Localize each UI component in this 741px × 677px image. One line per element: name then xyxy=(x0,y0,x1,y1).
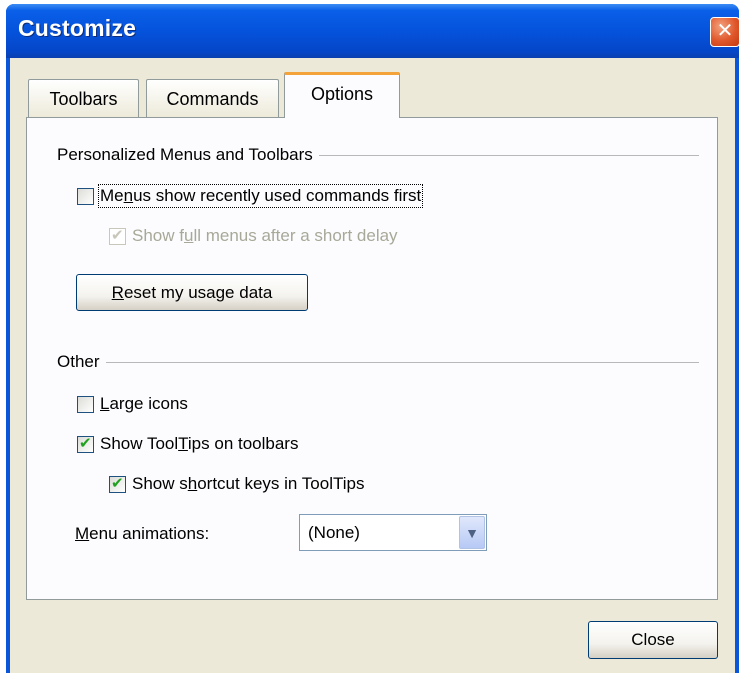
large-icons-label: Large icons xyxy=(100,394,188,413)
group-label-personalized: Personalized Menus and Toolbars xyxy=(57,145,319,165)
menu-animations-dropdown[interactable]: (None) ▼ xyxy=(299,514,487,551)
close-icon[interactable]: ✕ xyxy=(710,17,740,47)
tab-label: Options xyxy=(310,84,374,104)
show-tooltips-label: Show ToolTips on toolbars xyxy=(100,434,299,453)
full-menus-label: Show full menus after a short delay xyxy=(132,226,398,245)
tab-commands[interactable]: Commands xyxy=(146,79,279,119)
reset-usage-data-button[interactable]: Reset my usage data xyxy=(76,274,308,311)
large-icons-checkbox-row[interactable]: Large icons xyxy=(77,394,188,414)
full-menus-checkbox[interactable] xyxy=(109,226,126,245)
options-panel: Personalized Menus and Toolbars Menus sh… xyxy=(26,117,718,600)
shortcut-keys-label: Show shortcut keys in ToolTips xyxy=(132,474,365,493)
full-menus-checkbox-row[interactable]: Show full menus after a short delay xyxy=(109,226,398,246)
dialog-client-area: Toolbars Commands Options Personalized M… xyxy=(10,58,735,673)
menus-recent-checkbox[interactable] xyxy=(77,187,94,205)
menus-recent-label: Menus show recently used commands first xyxy=(97,184,424,208)
group-separator xyxy=(59,362,699,363)
chevron-down-icon[interactable]: ▼ xyxy=(459,516,485,549)
title-bar[interactable]: Customize ✕ xyxy=(6,4,740,58)
shortcut-keys-checkbox[interactable] xyxy=(109,474,126,493)
customize-dialog: Customize ✕ Toolbars Commands Options Pe… xyxy=(6,4,740,673)
close-button[interactable]: Close xyxy=(588,621,718,659)
menu-animations-value: (None) xyxy=(308,523,360,542)
tab-options[interactable]: Options xyxy=(284,72,400,118)
menus-recent-checkbox-row[interactable]: Menus show recently used commands first xyxy=(77,184,424,208)
window-title: Customize xyxy=(18,15,137,41)
show-tooltips-checkbox[interactable] xyxy=(77,434,94,453)
tab-label: Toolbars xyxy=(49,89,118,109)
large-icons-checkbox[interactable] xyxy=(77,395,94,413)
tab-label: Commands xyxy=(166,89,259,109)
tab-toolbars[interactable]: Toolbars xyxy=(28,79,139,119)
shortcut-keys-checkbox-row[interactable]: Show shortcut keys in ToolTips xyxy=(109,474,364,494)
menu-animations-label: Menu animations: xyxy=(75,524,210,543)
show-tooltips-checkbox-row[interactable]: Show ToolTips on toolbars xyxy=(77,434,298,454)
group-label-other: Other xyxy=(57,352,106,372)
